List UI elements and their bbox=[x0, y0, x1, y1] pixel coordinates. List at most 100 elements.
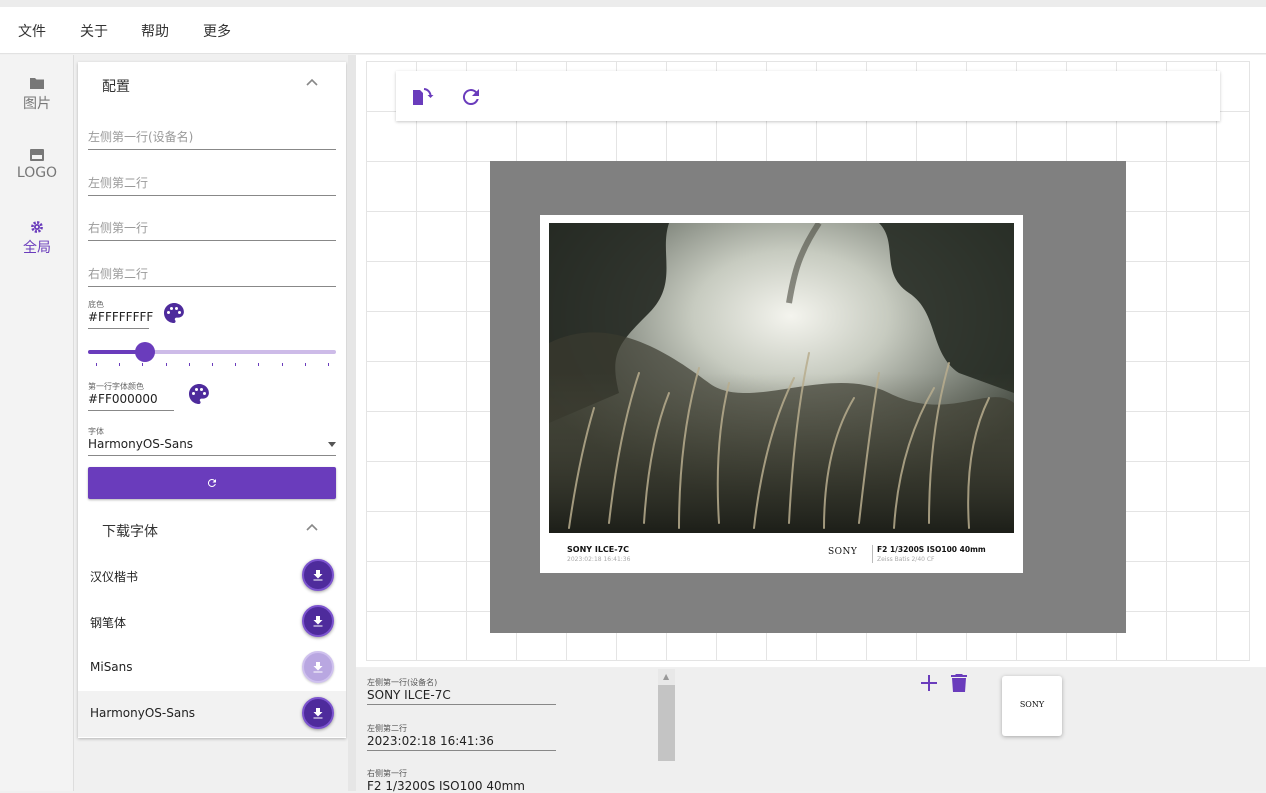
field-underline bbox=[367, 704, 556, 705]
download-icon bbox=[313, 616, 323, 627]
scrollbar-thumb[interactable] bbox=[658, 685, 675, 761]
left-line1-placeholder: 左侧第一行(设备名) bbox=[88, 130, 194, 144]
watermarked-photo: SONY ILCE-7C 2023:02:18 16:41:36 SONY F2… bbox=[540, 215, 1023, 573]
gear-icon bbox=[31, 221, 43, 233]
download-button[interactable] bbox=[302, 559, 334, 591]
menu-bar: 文件 关于 帮助 更多 bbox=[0, 7, 1266, 54]
slider-tick bbox=[328, 363, 329, 366]
download-button[interactable] bbox=[302, 697, 334, 729]
slider-tick bbox=[282, 363, 283, 366]
first-line-color-value: #FF000000 bbox=[88, 392, 158, 406]
photo-image bbox=[549, 223, 1014, 533]
right-line2-placeholder: 右侧第二行 bbox=[88, 267, 149, 281]
download-button[interactable] bbox=[302, 651, 334, 683]
palette-icon[interactable] bbox=[162, 301, 186, 325]
rail-item-label: 全局 bbox=[23, 240, 51, 256]
field-underline bbox=[88, 195, 336, 196]
preview-toolbar bbox=[396, 71, 1220, 121]
field-underline bbox=[88, 410, 174, 411]
slider-tick bbox=[212, 363, 213, 366]
opacity-slider[interactable] bbox=[88, 341, 336, 371]
reset-button[interactable] bbox=[88, 467, 336, 499]
font-list-item: MiSans bbox=[78, 645, 346, 691]
bottom-panel: 左侧第一行(设备名) SONY ILCE-7C 左侧第二行 2023:02:18… bbox=[356, 668, 1266, 793]
download-title: 下载字体 bbox=[102, 524, 158, 540]
field-value: SONY ILCE-7C bbox=[367, 688, 451, 702]
font-name: HarmonyOS-Sans bbox=[90, 706, 196, 720]
font-value: HarmonyOS-Sans bbox=[88, 437, 194, 451]
caption-left-line2: 2023:02:18 16:41:36 bbox=[567, 556, 631, 563]
slider-ticks bbox=[96, 363, 329, 367]
slider-tick bbox=[142, 363, 143, 366]
download-icon bbox=[313, 570, 323, 581]
bg-color-field[interactable]: 底色 #FFFFFFFF bbox=[88, 300, 154, 329]
slider-track-rest bbox=[145, 350, 336, 354]
menu-help[interactable]: 帮助 bbox=[141, 21, 169, 41]
download-button[interactable] bbox=[302, 605, 334, 637]
bottom-field-left-line2[interactable]: 左侧第二行 2023:02:18 16:41:36 bbox=[367, 724, 556, 751]
font-select[interactable]: 字体 HarmonyOS-Sans bbox=[88, 427, 336, 456]
caption-separator bbox=[872, 545, 873, 563]
field-label: 左侧第二行 bbox=[367, 724, 407, 733]
logo-card-text: SONY bbox=[1019, 700, 1045, 709]
menu-more[interactable]: 更多 bbox=[203, 21, 231, 41]
logo-card[interactable]: SONY bbox=[1002, 676, 1062, 736]
rail-item-label: 图片 bbox=[23, 96, 51, 112]
bottom-field-right-line1[interactable]: 右侧第一行 F2 1/3200S ISO100 40mm bbox=[367, 769, 556, 793]
slider-tick bbox=[96, 363, 97, 366]
rail-item-logo[interactable]: LOGO bbox=[0, 147, 74, 181]
field-underline bbox=[88, 286, 336, 287]
field-value: 2023:02:18 16:41:36 bbox=[367, 734, 494, 748]
scroll-up-icon[interactable]: ▲ bbox=[663, 673, 669, 681]
bg-color-value: #FFFFFFFF bbox=[88, 310, 154, 324]
download-section-header[interactable]: 下载字体 bbox=[78, 507, 346, 551]
first-line-color-label: 第一行字体颜色 bbox=[88, 382, 144, 391]
chevron-up-icon bbox=[306, 523, 318, 531]
field-underline bbox=[88, 328, 149, 329]
dropdown-arrow-icon bbox=[328, 442, 336, 447]
rotate-icon[interactable] bbox=[410, 85, 434, 109]
panel-splitter[interactable] bbox=[348, 55, 356, 791]
slider-thumb[interactable] bbox=[135, 342, 155, 362]
font-name: 钢笔体 bbox=[90, 616, 127, 630]
slider-tick bbox=[166, 363, 167, 366]
caption-right-line1: F2 1/3200S ISO100 40mm bbox=[877, 545, 986, 554]
menu-about[interactable]: 关于 bbox=[80, 21, 108, 41]
bottom-field-left-line1[interactable]: 左侧第一行(设备名) SONY ILCE-7C bbox=[367, 678, 556, 705]
right-line1-field[interactable]: 右侧第一行 bbox=[88, 219, 336, 241]
slider-tick bbox=[235, 363, 236, 366]
refresh-icon bbox=[207, 479, 216, 488]
download-icon bbox=[313, 708, 323, 719]
font-list-item: HarmonyOS-Sans bbox=[78, 691, 346, 737]
preview-canvas: SONY ILCE-7C 2023:02:18 16:41:36 SONY F2… bbox=[356, 55, 1266, 667]
delete-icon[interactable] bbox=[950, 673, 968, 693]
config-section-header[interactable]: 配置 bbox=[78, 62, 346, 106]
caption-left-line1: SONY ILCE-7C bbox=[567, 545, 630, 554]
slider-tick bbox=[305, 363, 306, 366]
caption-logo: SONY bbox=[828, 547, 858, 557]
field-underline bbox=[88, 240, 336, 241]
slider-tick bbox=[258, 363, 259, 366]
palette-icon[interactable] bbox=[187, 382, 211, 406]
caption-right-line2: Zeiss Batis 2/40 CF bbox=[877, 556, 935, 563]
rail-item-images[interactable]: 图片 bbox=[0, 75, 74, 113]
window-top-strip bbox=[0, 0, 1266, 7]
right-line2-field[interactable]: 右侧第二行 bbox=[88, 265, 336, 287]
first-line-color-field[interactable]: 第一行字体颜色 #FF000000 bbox=[88, 382, 174, 411]
left-line1-field[interactable]: 左侧第一行(设备名) bbox=[88, 128, 336, 150]
field-label: 左侧第一行(设备名) bbox=[367, 678, 438, 687]
add-icon[interactable] bbox=[920, 674, 938, 692]
font-name: 汉仪楷书 bbox=[90, 570, 139, 584]
folder-icon bbox=[30, 78, 44, 89]
refresh-icon[interactable] bbox=[459, 85, 483, 109]
chevron-up-icon bbox=[306, 78, 318, 86]
download-icon bbox=[313, 662, 323, 673]
rail-item-global[interactable]: 全局 bbox=[0, 219, 74, 257]
right-line1-placeholder: 右侧第一行 bbox=[88, 221, 149, 235]
rail-item-label: LOGO bbox=[16, 165, 58, 181]
menu-file[interactable]: 文件 bbox=[18, 21, 46, 41]
left-line2-placeholder: 左侧第二行 bbox=[88, 176, 149, 190]
left-line2-field[interactable]: 左侧第二行 bbox=[88, 174, 336, 196]
slider-tick bbox=[189, 363, 190, 366]
scrollbar[interactable]: ▲ bbox=[658, 669, 675, 761]
